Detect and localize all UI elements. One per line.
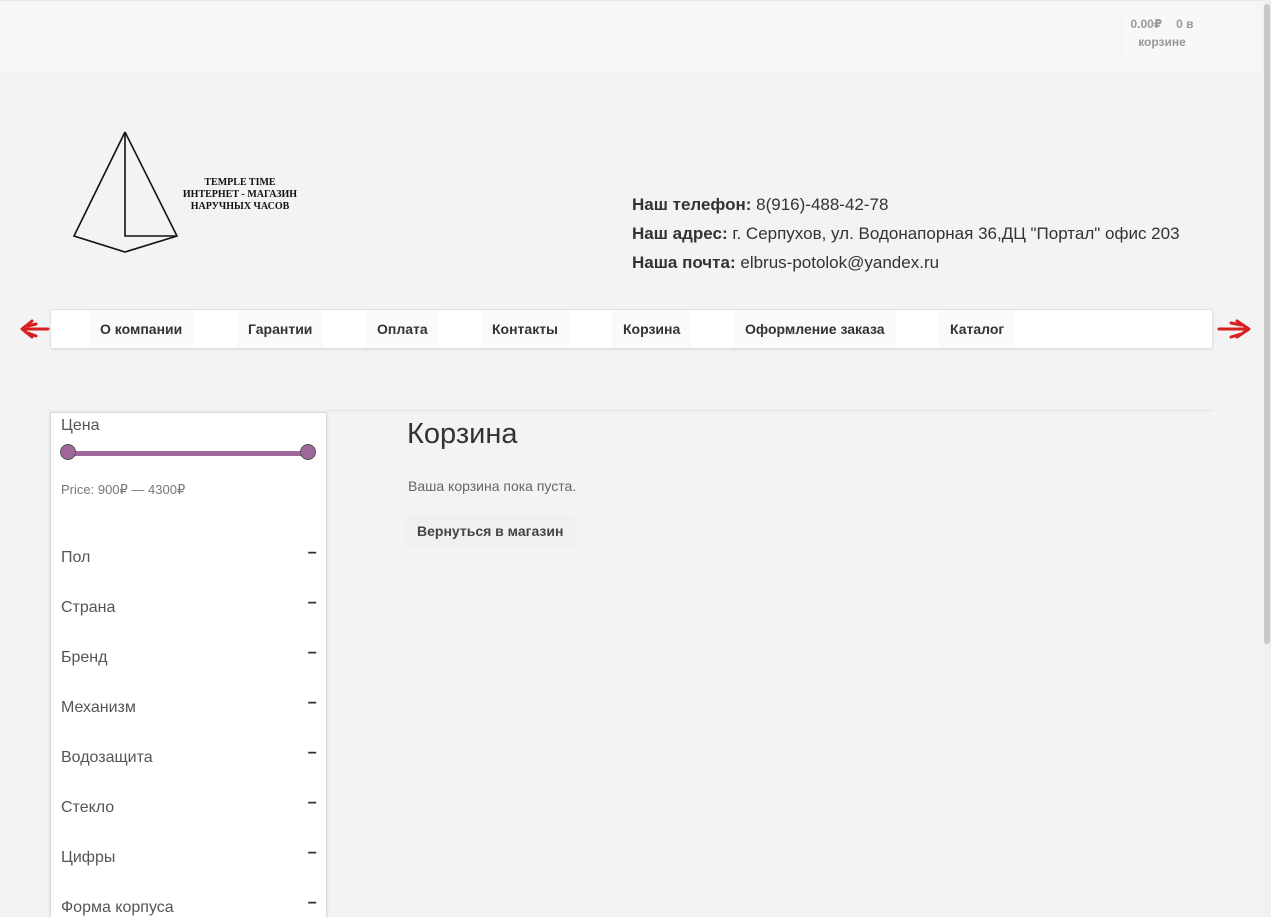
cart-count: 0 в xyxy=(1176,17,1194,31)
nav-item-contacts[interactable]: Контакты xyxy=(481,310,570,348)
email-label: Наша почта: xyxy=(632,253,736,272)
collapse-icon[interactable]: − xyxy=(308,895,317,913)
collapse-icon[interactable]: − xyxy=(308,695,317,713)
arrow-right-icon[interactable] xyxy=(1217,318,1253,342)
price-range-label: Price: 900₽ — 4300₽ xyxy=(61,482,186,497)
collapse-icon[interactable]: − xyxy=(308,795,317,813)
scrollbar-thumb[interactable] xyxy=(1264,4,1270,644)
cart-empty-message: Ваша корзина пока пуста. xyxy=(408,478,577,494)
pyramid-logo-icon xyxy=(72,131,179,253)
filter-sidebar: Цена Price: 900₽ — 4300₽ Пол − Страна − … xyxy=(50,412,327,917)
logo-line-brand: TEMPLE TIME xyxy=(204,177,276,188)
mini-cart[interactable]: 0.00₽ 0 в корзине xyxy=(1124,15,1200,57)
price-slider-track[interactable] xyxy=(69,451,309,456)
filter-digits[interactable]: Цифры − xyxy=(61,845,317,873)
nav-item-guarantees[interactable]: Гарантии xyxy=(237,310,324,348)
content-divider xyxy=(328,410,1213,411)
collapse-icon[interactable]: − xyxy=(308,645,317,663)
address-line: Наш адрес: г. Серпухов, ул. Водонапорная… xyxy=(632,219,1180,248)
address-value: г. Серпухов, ул. Водонапорная 36,ДЦ "Пор… xyxy=(732,224,1180,243)
return-to-shop-button[interactable]: Вернуться в магазин xyxy=(405,515,576,547)
site-logo[interactable]: TEMPLE TIME ИНТЕРНЕТ - МАГАЗИН НАРУЧНЫХ … xyxy=(70,128,310,258)
filter-label: Бренд xyxy=(61,649,108,666)
email-value: elbrus-potolok@yandex.ru xyxy=(740,253,940,272)
phone-value: 8(916)-488-42-78 xyxy=(756,195,889,214)
filter-glass[interactable]: Стекло − xyxy=(61,795,317,823)
main-navigation: О компании Гарантии Оплата Контакты Корз… xyxy=(50,309,1213,349)
filter-label: Страна xyxy=(61,599,116,616)
collapse-icon[interactable]: − xyxy=(308,745,317,763)
filter-brand[interactable]: Бренд − xyxy=(61,645,317,673)
filter-label: Механизм xyxy=(61,699,136,716)
nav-item-checkout[interactable]: Оформление заказа xyxy=(734,310,896,348)
email-line: Наша почта: elbrus-potolok@yandex.ru xyxy=(632,248,1180,277)
phone-label: Наш телефон: xyxy=(632,195,752,214)
logo-line-watches: НАРУЧНЫХ ЧАСОВ xyxy=(190,201,290,212)
nav-item-cart[interactable]: Корзина xyxy=(612,310,692,348)
filter-label: Цифры xyxy=(61,849,116,866)
page-title: Корзина xyxy=(407,418,518,450)
filter-label: Стекло xyxy=(61,799,115,816)
filter-mechanism[interactable]: Механизм − xyxy=(61,695,317,723)
page-scrollbar[interactable] xyxy=(1263,0,1271,917)
filter-water-resistance[interactable]: Водозащита − xyxy=(61,745,317,773)
price-filter-title: Цена xyxy=(61,417,100,434)
filter-case-shape[interactable]: Форма корпуса − xyxy=(61,895,317,917)
cart-word: корзине xyxy=(1138,35,1186,49)
price-slider-min-handle[interactable] xyxy=(60,444,76,460)
logo-text: TEMPLE TIME ИНТЕРНЕТ - МАГАЗИН НАРУЧНЫХ … xyxy=(170,177,310,213)
nav-item-payment[interactable]: Оплата xyxy=(366,310,439,348)
collapse-icon[interactable]: − xyxy=(308,845,317,863)
logo-line-shop: ИНТЕРНЕТ - МАГАЗИН xyxy=(182,189,298,200)
address-label: Наш адрес: xyxy=(632,224,728,243)
filter-country[interactable]: Страна − xyxy=(61,595,317,623)
price-slider-max-handle[interactable] xyxy=(300,444,316,460)
phone-line: Наш телефон: 8(916)-488-42-78 xyxy=(632,190,1180,219)
filter-label: Форма корпуса xyxy=(61,899,174,916)
arrow-left-icon[interactable] xyxy=(18,318,50,342)
collapse-icon[interactable]: − xyxy=(308,545,317,563)
filter-label: Пол xyxy=(61,549,91,566)
contact-info: Наш телефон: 8(916)-488-42-78 Наш адрес:… xyxy=(632,190,1180,277)
top-bar: 0.00₽ 0 в корзине xyxy=(0,0,1263,72)
cart-total: 0.00₽ xyxy=(1130,17,1163,31)
filter-label: Водозащита xyxy=(61,749,153,766)
nav-item-about[interactable]: О компании xyxy=(89,310,194,348)
collapse-icon[interactable]: − xyxy=(308,595,317,613)
nav-item-catalog[interactable]: Каталог xyxy=(939,310,1016,348)
filter-gender[interactable]: Пол − xyxy=(61,545,317,573)
